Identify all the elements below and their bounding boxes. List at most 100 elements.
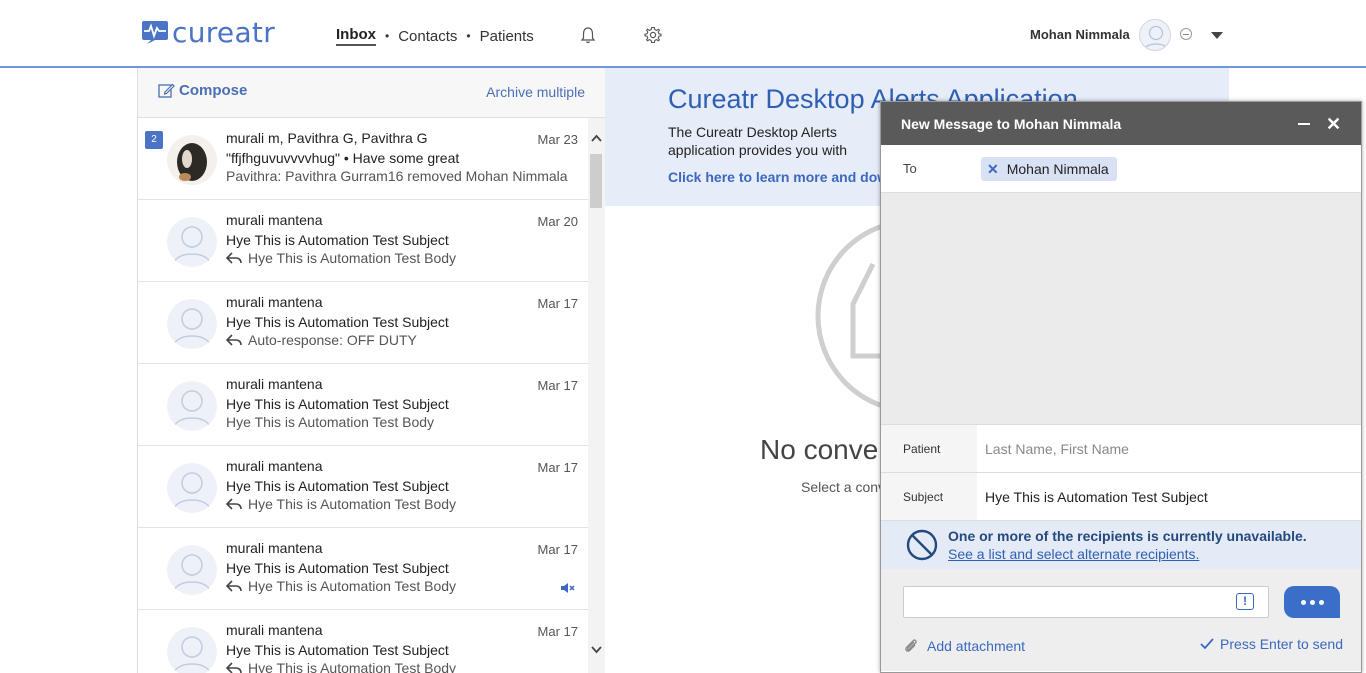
checkmark-icon bbox=[1200, 638, 1214, 650]
conversation-subject: Hye This is Automation Test Subject bbox=[226, 314, 449, 330]
avatar[interactable] bbox=[1139, 19, 1171, 51]
compose-icon bbox=[158, 83, 175, 98]
default-avatar-icon bbox=[1143, 25, 1169, 50]
chevron-down-icon[interactable] bbox=[1211, 32, 1223, 39]
reply-icon bbox=[226, 252, 242, 264]
reply-icon bbox=[226, 662, 242, 673]
mute-icon bbox=[561, 583, 575, 593]
subject-label: Subject bbox=[903, 490, 944, 504]
status-unavailable-icon bbox=[1180, 28, 1192, 40]
conversation-item[interactable]: 2 murali m, Pavithra G, Pavithra G Mar 2… bbox=[138, 118, 588, 200]
bell-icon[interactable] bbox=[580, 26, 596, 44]
preview-text: Hye This is Automation Test Body bbox=[248, 660, 457, 673]
photo-avatar-icon bbox=[167, 135, 217, 185]
user-name[interactable]: Mohan Nimmala bbox=[1030, 27, 1130, 42]
press-enter-toggle[interactable]: Press Enter to send bbox=[1200, 636, 1343, 652]
logo-icon bbox=[142, 21, 168, 44]
default-avatar-icon bbox=[167, 463, 217, 513]
minimize-icon[interactable] bbox=[1298, 123, 1310, 125]
conversation-date: Mar 17 bbox=[537, 624, 578, 639]
press-enter-label: Press Enter to send bbox=[1220, 636, 1343, 652]
conversation-preview: Auto-response: OFF DUTY bbox=[226, 332, 576, 348]
banner-text: The Cureatr Desktop Alerts application p… bbox=[668, 124, 847, 158]
default-avatar-icon bbox=[167, 381, 217, 431]
default-avatar-icon bbox=[167, 299, 217, 349]
conversation-participants: murali m, Pavithra G, Pavithra G bbox=[226, 130, 428, 146]
nav-contacts[interactable]: Contacts bbox=[398, 28, 457, 45]
avatar bbox=[167, 381, 217, 431]
conversation-preview: Hye This is Automation Test Body bbox=[226, 660, 576, 673]
logo[interactable]: cureatr bbox=[141, 19, 275, 47]
unavailable-warning: One or more of the recipients is current… bbox=[881, 521, 1361, 569]
conversation-preview: Hye This is Automation Test Body bbox=[226, 578, 576, 594]
urgent-icon[interactable]: ! bbox=[1236, 593, 1254, 610]
conversation-item[interactable]: murali mantena Mar 17 Hye This is Automa… bbox=[138, 364, 588, 446]
conversation-preview: Hye This is Automation Test Body bbox=[226, 250, 576, 266]
conversation-date: Mar 17 bbox=[537, 460, 578, 475]
scrollbar-thumb[interactable] bbox=[590, 154, 602, 208]
conversation-participants: murali mantena bbox=[226, 376, 323, 392]
conversation-participants: murali mantena bbox=[226, 212, 323, 228]
conversation-subject: Hye This is Automation Test Subject bbox=[226, 642, 449, 658]
nav-patients[interactable]: Patients bbox=[480, 28, 534, 45]
conversation-subject: "ffjfhguvuvvvvhug" • Have some great bbox=[226, 150, 460, 166]
conversation-item[interactable]: murali mantena Mar 17 Hye This is Automa… bbox=[138, 528, 588, 610]
dot bbox=[1318, 599, 1324, 605]
send-button[interactable] bbox=[1284, 586, 1340, 618]
conversation-date: Mar 20 bbox=[537, 214, 578, 229]
message-input[interactable] bbox=[903, 586, 1269, 618]
scrollbar[interactable] bbox=[588, 118, 605, 673]
preview-text: Pavithra: Pavithra Gurram16 removed Moha… bbox=[226, 168, 568, 184]
subject-row: Subject bbox=[881, 473, 1361, 521]
nav-inbox[interactable]: Inbox bbox=[336, 26, 376, 46]
conversation-item[interactable]: murali mantena Mar 20 Hye This is Automa… bbox=[138, 200, 588, 282]
add-attachment-button[interactable]: Add attachment bbox=[903, 638, 1025, 654]
chevron-up-icon[interactable] bbox=[591, 134, 602, 142]
subject-input[interactable] bbox=[977, 473, 1361, 520]
avatar bbox=[167, 217, 217, 267]
preview-text: Auto-response: OFF DUTY bbox=[248, 332, 417, 348]
conversation-date: Mar 17 bbox=[537, 378, 578, 393]
nav-separator: • bbox=[466, 29, 471, 43]
gear-icon[interactable] bbox=[644, 26, 662, 44]
default-avatar-icon bbox=[167, 217, 217, 267]
avatar bbox=[167, 463, 217, 513]
warning-text: One or more of the recipients is current… bbox=[948, 528, 1307, 544]
logo-text: cureatr bbox=[172, 16, 276, 49]
new-message-dialog: New Message to Mohan Nimmala ✕ To ✕ Moha… bbox=[880, 101, 1362, 673]
close-icon[interactable]: ✕ bbox=[1326, 114, 1341, 134]
preview-text: Hye This is Automation Test Body bbox=[248, 578, 457, 594]
conversation-participants: murali mantena bbox=[226, 294, 323, 310]
conversation-date: Mar 17 bbox=[537, 542, 578, 557]
conversation-item[interactable]: murali mantena Mar 17 Hye This is Automa… bbox=[138, 282, 588, 364]
archive-multiple-link[interactable]: Archive multiple bbox=[486, 84, 585, 100]
avatar bbox=[167, 627, 217, 673]
unread-badge: 2 bbox=[145, 131, 163, 149]
dot bbox=[1309, 599, 1315, 605]
chevron-down-icon[interactable] bbox=[591, 646, 602, 654]
conversation-participants: murali mantena bbox=[226, 540, 323, 556]
preview-text: Hye This is Automation Test Body bbox=[248, 496, 457, 512]
compose-bar: Compose Archive multiple bbox=[138, 68, 605, 118]
nav-separator: • bbox=[385, 29, 390, 43]
conversation-subject: Hye This is Automation Test Subject bbox=[226, 478, 449, 494]
alternate-recipients-link[interactable]: See a list and select alternate recipien… bbox=[948, 546, 1199, 562]
patient-label: Patient bbox=[903, 442, 941, 456]
composer: ! Add attachment Press Enter to send bbox=[881, 569, 1361, 671]
recipient-chip[interactable]: ✕ Mohan Nimmala bbox=[981, 157, 1117, 181]
reply-icon bbox=[226, 334, 242, 346]
conversation-subject: Hye This is Automation Test Subject bbox=[226, 232, 449, 248]
compose-label: Compose bbox=[179, 82, 248, 99]
conversation-item[interactable]: murali mantena Mar 17 Hye This is Automa… bbox=[138, 446, 588, 528]
banner-link[interactable]: Click here to learn more and download bbox=[668, 169, 883, 185]
conversation-preview: Pavithra: Pavithra Gurram16 removed Moha… bbox=[226, 168, 576, 184]
remove-recipient-icon[interactable]: ✕ bbox=[987, 161, 999, 178]
default-avatar-icon bbox=[167, 545, 217, 595]
conversation-item[interactable]: murali mantena Mar 17 Hye This is Automa… bbox=[138, 610, 588, 673]
to-label: To bbox=[903, 161, 917, 176]
compose-button[interactable]: Compose bbox=[158, 82, 247, 99]
block-icon bbox=[906, 529, 938, 561]
patient-input[interactable] bbox=[977, 425, 1361, 472]
conversation-subject: Hye This is Automation Test Subject bbox=[226, 396, 449, 412]
conversation-participants: murali mantena bbox=[226, 622, 323, 638]
